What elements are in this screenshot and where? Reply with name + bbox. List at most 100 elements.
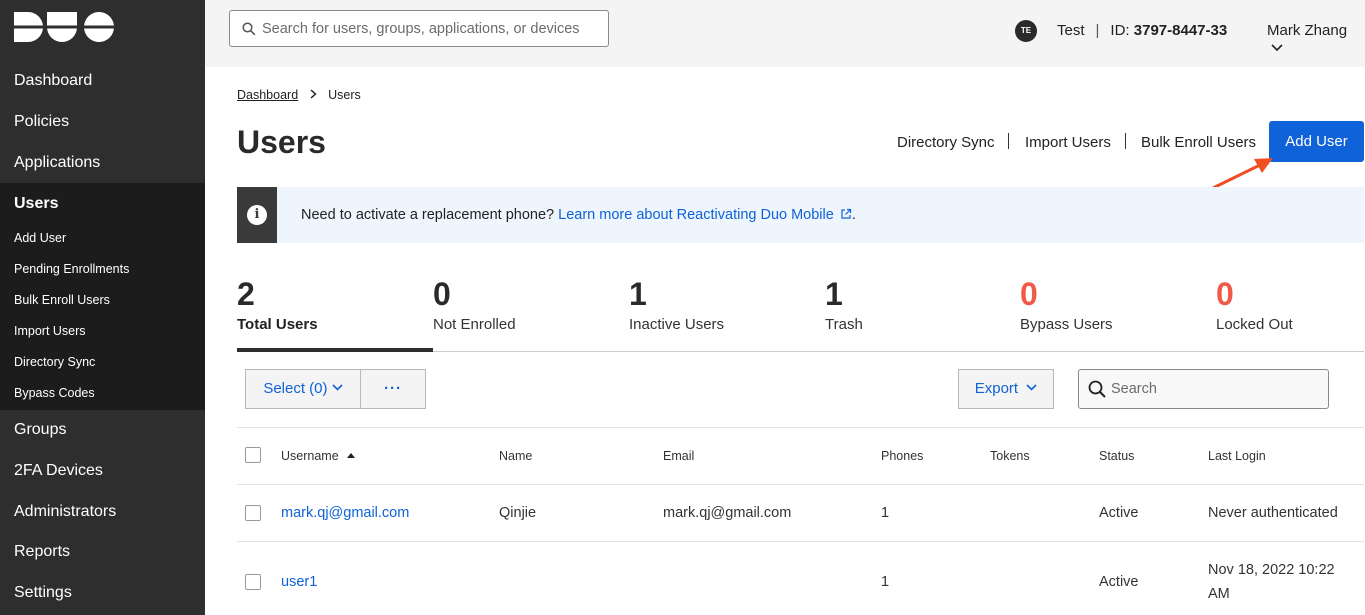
banner-message: Need to activate a replacement phone? bbox=[301, 207, 555, 223]
sidebar-item-administrators[interactable]: Administrators bbox=[0, 503, 205, 521]
stat-total-users[interactable]: 2 Total Users bbox=[237, 276, 433, 352]
add-user-button[interactable]: Add User bbox=[1269, 121, 1364, 162]
column-header-email[interactable]: Email bbox=[663, 449, 694, 463]
duo-logo[interactable] bbox=[14, 12, 114, 42]
account-info: Test | ID: 3797-8447-33 bbox=[1057, 22, 1228, 39]
select-label: Select (0) bbox=[263, 380, 328, 397]
chevron-down-icon bbox=[1026, 384, 1037, 391]
account-id-value: 3797-8447-33 bbox=[1133, 22, 1228, 39]
sidebar-subitem-add-user[interactable]: Add User bbox=[0, 231, 205, 245]
account-id-label: ID: bbox=[1110, 22, 1130, 39]
sidebar-item-reports[interactable]: Reports bbox=[0, 543, 205, 561]
sidebar-item-dashboard[interactable]: Dashboard bbox=[0, 72, 205, 90]
more-actions-button[interactable]: ··· bbox=[360, 369, 426, 409]
column-header-tokens[interactable]: Tokens bbox=[990, 449, 1030, 463]
reactivating-duo-mobile-link[interactable]: Learn more about Reactivating Duo Mobile bbox=[558, 207, 852, 223]
username-link[interactable]: user1 bbox=[281, 574, 317, 590]
divider bbox=[1125, 133, 1126, 149]
sidebar-item-groups[interactable]: Groups bbox=[0, 421, 205, 439]
export-label: Export bbox=[974, 380, 1019, 397]
table-search-input[interactable] bbox=[1111, 370, 1321, 408]
chevron-down-icon bbox=[1271, 44, 1283, 52]
row-checkbox[interactable] bbox=[245, 574, 261, 590]
stat-inactive-users[interactable]: 1 Inactive Users bbox=[629, 276, 825, 352]
stat-trash[interactable]: 1 Trash bbox=[825, 276, 1021, 352]
sidebar-subitem-pending-enrollments[interactable]: Pending Enrollments bbox=[0, 262, 205, 276]
table-search[interactable] bbox=[1078, 369, 1329, 409]
sidebar-subitem-bypass-codes[interactable]: Bypass Codes bbox=[0, 386, 205, 400]
bulk-enroll-users-link[interactable]: Bulk Enroll Users bbox=[1141, 134, 1256, 151]
sidebar: Dashboard Policies Applications Users Ad… bbox=[0, 0, 205, 615]
status-cell: Active bbox=[1099, 574, 1139, 590]
last-login-cell: Never authenticated bbox=[1208, 505, 1338, 521]
account-name: Test bbox=[1057, 22, 1085, 39]
column-header-last-login[interactable]: Last Login bbox=[1208, 449, 1266, 463]
stat-value: 0 bbox=[1020, 276, 1038, 312]
stat-bypass-users[interactable]: 0 Bypass Users bbox=[1020, 276, 1216, 352]
active-stat-indicator bbox=[237, 348, 433, 352]
sidebar-item-users[interactable]: Users bbox=[0, 195, 205, 213]
select-all-checkbox[interactable] bbox=[245, 447, 261, 463]
row-checkbox[interactable] bbox=[245, 505, 261, 521]
annotation-arrow-icon bbox=[1212, 158, 1273, 190]
account-avatar: TE bbox=[1015, 20, 1037, 42]
page-title: Users bbox=[237, 124, 326, 160]
column-header-username[interactable]: Username bbox=[281, 449, 355, 463]
stat-not-enrolled[interactable]: 0 Not Enrolled bbox=[433, 276, 629, 352]
stat-label: Bypass Users bbox=[1020, 316, 1113, 333]
stat-label: Not Enrolled bbox=[433, 316, 516, 333]
info-banner: i Need to activate a replacement phone? … bbox=[237, 187, 1364, 243]
phones-cell: 1 bbox=[881, 574, 890, 590]
name-cell: Qinjie bbox=[499, 505, 537, 521]
last-login-cell: Nov 18, 2022 10:22 bbox=[1208, 562, 1335, 578]
user-name: Mark Zhang bbox=[1267, 22, 1348, 39]
divider bbox=[1008, 133, 1009, 149]
export-dropdown[interactable]: Export bbox=[958, 369, 1054, 409]
sidebar-item-applications[interactable]: Applications bbox=[0, 154, 205, 172]
column-header-name[interactable]: Name bbox=[499, 449, 532, 463]
search-icon bbox=[242, 22, 256, 36]
info-icon: i bbox=[247, 205, 267, 225]
sidebar-item-policies[interactable]: Policies bbox=[0, 113, 205, 131]
stat-value: 0 bbox=[1216, 276, 1234, 312]
stat-label: Trash bbox=[825, 316, 863, 333]
info-icon-box: i bbox=[237, 187, 277, 243]
user-menu[interactable]: Mark Zhang bbox=[1267, 22, 1365, 56]
search-icon bbox=[1088, 380, 1106, 398]
column-header-phones[interactable]: Phones bbox=[881, 449, 923, 463]
global-search-input[interactable] bbox=[262, 11, 602, 46]
breadcrumb-dashboard-link[interactable]: Dashboard bbox=[237, 88, 298, 102]
divider bbox=[237, 541, 1364, 542]
global-search[interactable] bbox=[229, 10, 609, 47]
stat-value: 2 bbox=[237, 276, 255, 312]
banner-text: Need to activate a replacement phone? Le… bbox=[301, 207, 856, 223]
banner-trailing: . bbox=[851, 207, 856, 223]
username-link[interactable]: mark.qj@gmail.com bbox=[281, 505, 409, 521]
sidebar-item-2fa-devices[interactable]: 2FA Devices bbox=[0, 462, 205, 480]
last-login-cell-line2: AM bbox=[1208, 586, 1230, 602]
stat-value: 1 bbox=[629, 276, 647, 312]
external-link-icon bbox=[841, 208, 851, 219]
email-cell: mark.qj@gmail.com bbox=[663, 505, 792, 521]
chevron-down-icon bbox=[332, 384, 343, 391]
stat-locked-out[interactable]: 0 Locked Out bbox=[1216, 276, 1364, 352]
directory-sync-link[interactable]: Directory Sync bbox=[897, 134, 995, 151]
import-users-link[interactable]: Import Users bbox=[1025, 134, 1111, 151]
column-header-status[interactable]: Status bbox=[1099, 449, 1134, 463]
breadcrumb-current: Users bbox=[328, 88, 361, 102]
divider bbox=[237, 484, 1364, 485]
stat-value: 1 bbox=[825, 276, 843, 312]
sidebar-item-settings[interactable]: Settings bbox=[0, 584, 205, 602]
stat-label: Total Users bbox=[237, 316, 318, 333]
stat-label: Locked Out bbox=[1216, 316, 1293, 333]
sort-ascending-icon bbox=[346, 453, 355, 459]
phones-cell: 1 bbox=[881, 505, 890, 521]
status-cell: Active bbox=[1099, 505, 1139, 521]
stat-label: Inactive Users bbox=[629, 316, 725, 333]
divider bbox=[237, 427, 1364, 428]
top-bar: TE Test|ID: 3797-8447-33 Mark Zhang bbox=[205, 0, 1365, 67]
sidebar-subitem-bulk-enroll-users[interactable]: Bulk Enroll Users bbox=[0, 293, 205, 307]
sidebar-subitem-directory-sync[interactable]: Directory Sync bbox=[0, 355, 205, 369]
sidebar-subitem-import-users[interactable]: Import Users bbox=[0, 324, 205, 338]
select-dropdown[interactable]: Select (0) bbox=[245, 369, 361, 409]
